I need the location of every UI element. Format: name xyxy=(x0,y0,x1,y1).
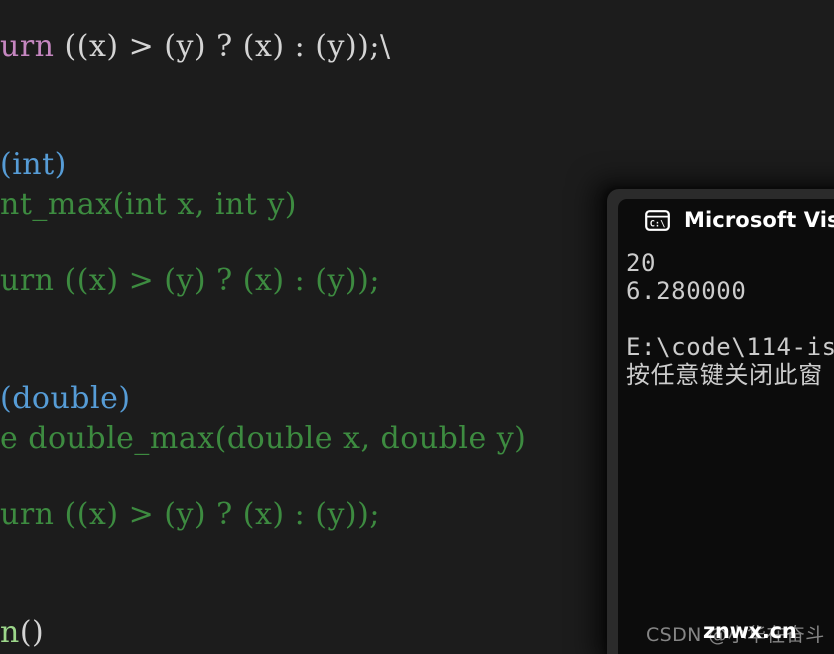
code-token: n xyxy=(0,615,20,650)
line-main-signature: n() xyxy=(0,618,44,648)
code-token: urn xyxy=(0,29,65,64)
console-output-line: 按任意键关闭此窗 xyxy=(626,361,823,389)
code-token: (double) xyxy=(0,381,131,416)
code-token: ((x) > (y) ? (x) : (y));\ xyxy=(64,29,391,64)
code-token: urn ((x) > (y) ? (x) : (y)); xyxy=(0,497,380,532)
code-token: () xyxy=(19,615,45,650)
console-window-title: Microsoft Visua xyxy=(684,208,834,232)
console-output-line: 20 xyxy=(626,249,657,277)
screenshot-root: urn ((x) > (y) ? (x) : (y));\ (int) nt_max… xyxy=(0,0,834,654)
console-output-area[interactable]: 206.280000 E:\code\114-issu按任意键关闭此窗 xyxy=(618,241,834,654)
code-token: e double_max(double x, double y) xyxy=(0,421,527,456)
line-comment-int: (int) xyxy=(0,150,67,180)
line-double-max-signature: e double_max(double x, double y) xyxy=(0,424,526,454)
line-int-max-signature: nt_max(int x, int y) xyxy=(0,190,297,220)
code-token: (int) xyxy=(0,147,67,182)
svg-text:C:\: C:\ xyxy=(650,219,666,229)
console-titlebar[interactable]: C:\ Microsoft Visua xyxy=(618,199,834,241)
code-token: nt_max(int x, int y) xyxy=(0,187,297,222)
line-comment-double: (double) xyxy=(0,384,131,414)
console-output-line: E:\code\114-issu xyxy=(626,333,834,361)
console-window[interactable]: C:\ Microsoft Visua 206.280000 E:\code\11… xyxy=(607,189,834,654)
code-token: urn ((x) > (y) ? (x) : (y)); xyxy=(0,263,380,298)
console-output-line: 6.280000 xyxy=(626,277,747,305)
cmd-prompt-icon: C:\ xyxy=(645,209,670,231)
line-int-max-return: urn ((x) > (y) ? (x) : (y)); xyxy=(0,266,380,296)
line-return-macro: urn ((x) > (y) ? (x) : (y));\ xyxy=(0,32,391,62)
line-double-max-return: urn ((x) > (y) ? (x) : (y)); xyxy=(0,500,380,530)
